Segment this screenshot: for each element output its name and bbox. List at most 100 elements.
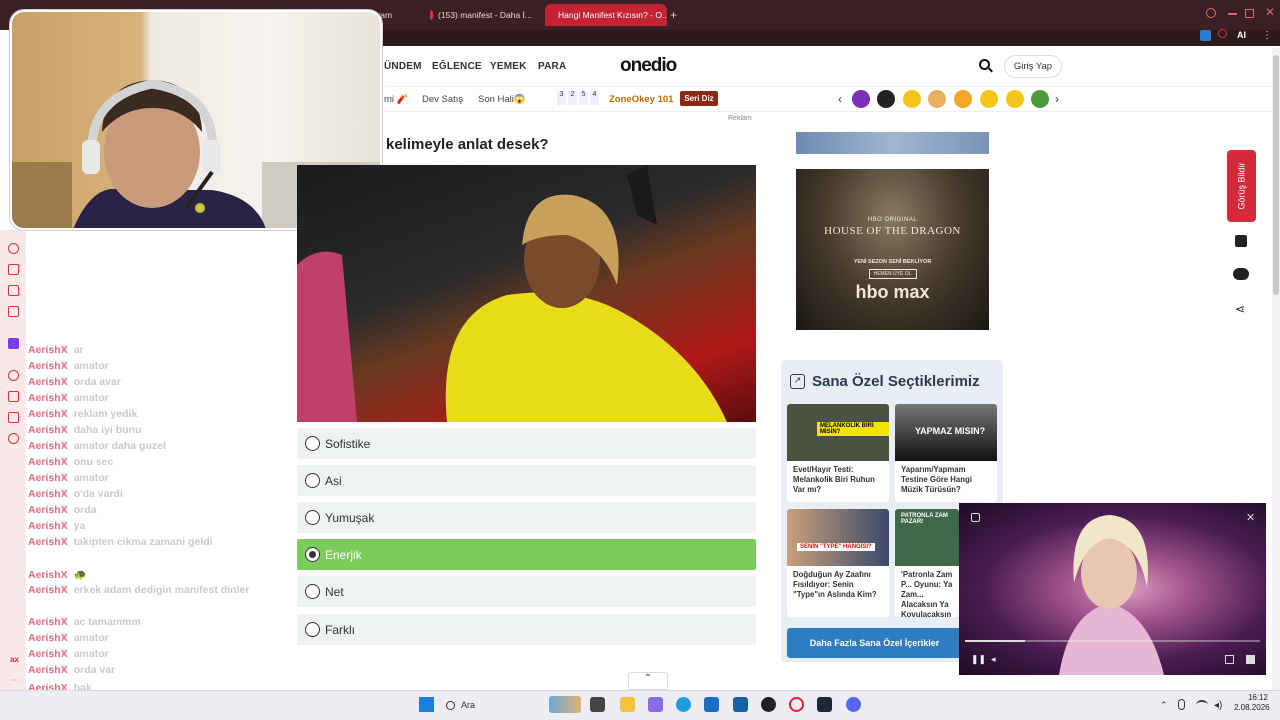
nav-item-eglence[interactable]: EĞLENCE bbox=[432, 61, 482, 72]
pick-card-4[interactable]: PATRONLA ZAM PAZARI 'Patronla Zam P... O… bbox=[895, 509, 959, 617]
volume-icon[interactable]: ◂) bbox=[1214, 700, 1222, 711]
chat-username[interactable]: AerishX bbox=[28, 408, 68, 420]
comments-icon[interactable] bbox=[1233, 268, 1249, 280]
record-icon[interactable] bbox=[1218, 29, 1227, 38]
pick-card-3[interactable]: SENİN "TYPE" HANGİSİ? Doğduğun Ay Zaafın… bbox=[787, 509, 889, 617]
close-window-icon[interactable]: ✕ bbox=[1265, 5, 1275, 19]
outlook-icon[interactable] bbox=[704, 697, 719, 712]
chat-username[interactable]: AerishX bbox=[28, 488, 68, 500]
quiz-option-net[interactable]: Net bbox=[297, 576, 756, 607]
microphone-icon[interactable] bbox=[1178, 699, 1185, 710]
search-tabs-icon[interactable] bbox=[1206, 8, 1216, 18]
reaction-bizpop-icon[interactable] bbox=[852, 90, 870, 108]
task-view-icon[interactable] bbox=[590, 697, 605, 712]
maximize-icon[interactable] bbox=[1245, 9, 1254, 18]
pick-card-1[interactable]: MELANKOLİK BİRİ MİSİN? Evet/Hayır Testi:… bbox=[787, 404, 889, 502]
tab-onedio-quiz[interactable]: Hangi Manifest Kızısın? - O... bbox=[545, 4, 667, 26]
bookmark-add-icon[interactable] bbox=[1235, 235, 1247, 247]
opera-icon[interactable] bbox=[789, 697, 804, 712]
sidebar-messages-icon[interactable] bbox=[8, 285, 19, 296]
pip-minimize-icon[interactable] bbox=[1246, 655, 1255, 664]
sidebar-history-icon[interactable] bbox=[8, 370, 19, 381]
chevron-left-icon[interactable]: ‹ bbox=[838, 92, 842, 106]
store-icon[interactable] bbox=[733, 697, 748, 712]
sidebar-settings-icon[interactable] bbox=[8, 433, 19, 444]
ad-banner-hbo[interactable]: HBO ORIGINAL HOUSE OF THE DRAGON YENİ SE… bbox=[796, 169, 989, 330]
quiz-option-yumusak[interactable]: Yumuşak bbox=[297, 502, 756, 533]
subnav-item-dev-satis[interactable]: Dev Satış bbox=[422, 94, 463, 105]
chat-username[interactable]: AerishX bbox=[28, 520, 68, 532]
radio-icon[interactable] bbox=[305, 622, 320, 637]
zoneokey-tiles[interactable]: 3 2 5 4 bbox=[557, 91, 599, 105]
chat-username[interactable]: AerishX bbox=[28, 392, 68, 404]
quiz-option-farkli[interactable]: Farklı bbox=[297, 614, 756, 645]
pip-fullscreen-icon[interactable] bbox=[1225, 655, 1234, 664]
minimize-icon[interactable] bbox=[1228, 13, 1237, 15]
sidebar-ax-icon[interactable]: ax bbox=[10, 655, 19, 664]
chat-username[interactable]: AerishX bbox=[28, 616, 68, 628]
chat-username[interactable]: AerishX bbox=[28, 504, 68, 516]
pip-volume-icon[interactable]: ◂ bbox=[991, 654, 996, 665]
chat-username[interactable]: AerishX bbox=[28, 440, 68, 452]
steam-icon[interactable] bbox=[817, 697, 832, 712]
chat-username[interactable]: AerishX bbox=[28, 472, 68, 484]
seri-diz-button[interactable]: Seri Diz bbox=[680, 91, 718, 106]
taskbar-clock[interactable]: 16:12 2.08.2026 bbox=[1234, 693, 1270, 713]
pip-close-icon[interactable]: ✕ bbox=[1246, 511, 1255, 524]
chat-username[interactable]: AerishX bbox=[28, 648, 68, 660]
sidebar-twitch-icon[interactable] bbox=[8, 338, 19, 349]
subnav-item-0[interactable]: mi 🧨 bbox=[384, 94, 409, 105]
feedback-button[interactable]: Görüş Bildir bbox=[1227, 150, 1256, 222]
wifi-icon[interactable] bbox=[1196, 700, 1208, 709]
sidebar-send-icon[interactable] bbox=[8, 412, 19, 423]
tray-chevron-icon[interactable]: ⌃ bbox=[1160, 700, 1168, 711]
sidebar-more-icon[interactable]: ⋯ bbox=[10, 675, 20, 686]
reaction-tree-icon[interactable] bbox=[1031, 90, 1049, 108]
chat-username[interactable]: AerishX bbox=[28, 376, 68, 388]
more-picks-button[interactable]: Daha Fazla Sana Özel İçerikler bbox=[787, 628, 962, 658]
taskbar-search[interactable]: Ara bbox=[446, 697, 546, 713]
radio-icon[interactable] bbox=[305, 584, 320, 599]
menu-icon[interactable]: ⋮ bbox=[1262, 30, 1272, 41]
zoneokey-label[interactable]: ZoneOkey 101 bbox=[609, 94, 673, 105]
login-button[interactable]: Giriş Yap bbox=[1004, 55, 1062, 78]
chat-username[interactable]: AerishX bbox=[28, 360, 68, 372]
quiz-option-enerjik[interactable]: Enerjik bbox=[297, 539, 756, 570]
nav-item-para[interactable]: PARA bbox=[538, 61, 566, 72]
windows-start-icon[interactable] bbox=[419, 697, 434, 712]
chat-username[interactable]: AerishX bbox=[28, 456, 68, 468]
sidebar-aria-icon[interactable] bbox=[8, 243, 19, 254]
share-icon[interactable]: ⋖ bbox=[1235, 302, 1245, 316]
discord-icon[interactable] bbox=[846, 697, 861, 712]
nav-item-gundem[interactable]: ÜNDEM bbox=[384, 61, 422, 72]
reaction-love-icon[interactable] bbox=[903, 90, 921, 108]
onedio-logo[interactable]: onedio bbox=[620, 55, 677, 77]
chat-username[interactable]: AerishX bbox=[28, 664, 68, 676]
reaction-laugh-icon[interactable] bbox=[1006, 90, 1024, 108]
reaction-clap-icon[interactable] bbox=[928, 90, 946, 108]
radio-icon[interactable] bbox=[305, 436, 320, 451]
copilot-icon[interactable] bbox=[648, 697, 663, 712]
radio-checked-icon[interactable] bbox=[305, 547, 320, 562]
quiz-option-sofistike[interactable]: Sofistike bbox=[297, 428, 756, 459]
tab-youtube-manifest[interactable]: (153) manifest - Daha İ... bbox=[422, 4, 540, 26]
chat-username[interactable]: AerishX bbox=[28, 344, 68, 356]
radio-icon[interactable] bbox=[305, 510, 320, 525]
scroll-up-chevron-icon[interactable]: ⌃ bbox=[628, 672, 668, 690]
extension-icon[interactable] bbox=[1200, 30, 1211, 41]
ad-banner-top[interactable] bbox=[796, 132, 989, 154]
chat-username[interactable]: AerishX bbox=[28, 536, 68, 548]
reaction-heart-eyes-icon[interactable] bbox=[954, 90, 972, 108]
file-explorer-icon[interactable] bbox=[620, 697, 635, 712]
edge-icon[interactable] bbox=[676, 697, 691, 712]
chat-username[interactable]: AerishX bbox=[28, 584, 68, 596]
sidebar-bookmark-icon[interactable] bbox=[8, 391, 19, 402]
reaction-cry-icon[interactable] bbox=[980, 90, 998, 108]
pip-back-to-tab-icon[interactable] bbox=[971, 513, 980, 522]
sidebar-player-icon[interactable] bbox=[8, 306, 19, 317]
subnav-item-son-hali[interactable]: Son Hali😱 bbox=[478, 94, 526, 105]
pip-pause-icon[interactable]: ❚❚ bbox=[971, 654, 986, 665]
ai-badge[interactable]: AI bbox=[1237, 30, 1246, 40]
nav-item-yemek[interactable]: YEMEK bbox=[490, 61, 527, 72]
taskbar-widget-image[interactable] bbox=[549, 696, 581, 713]
